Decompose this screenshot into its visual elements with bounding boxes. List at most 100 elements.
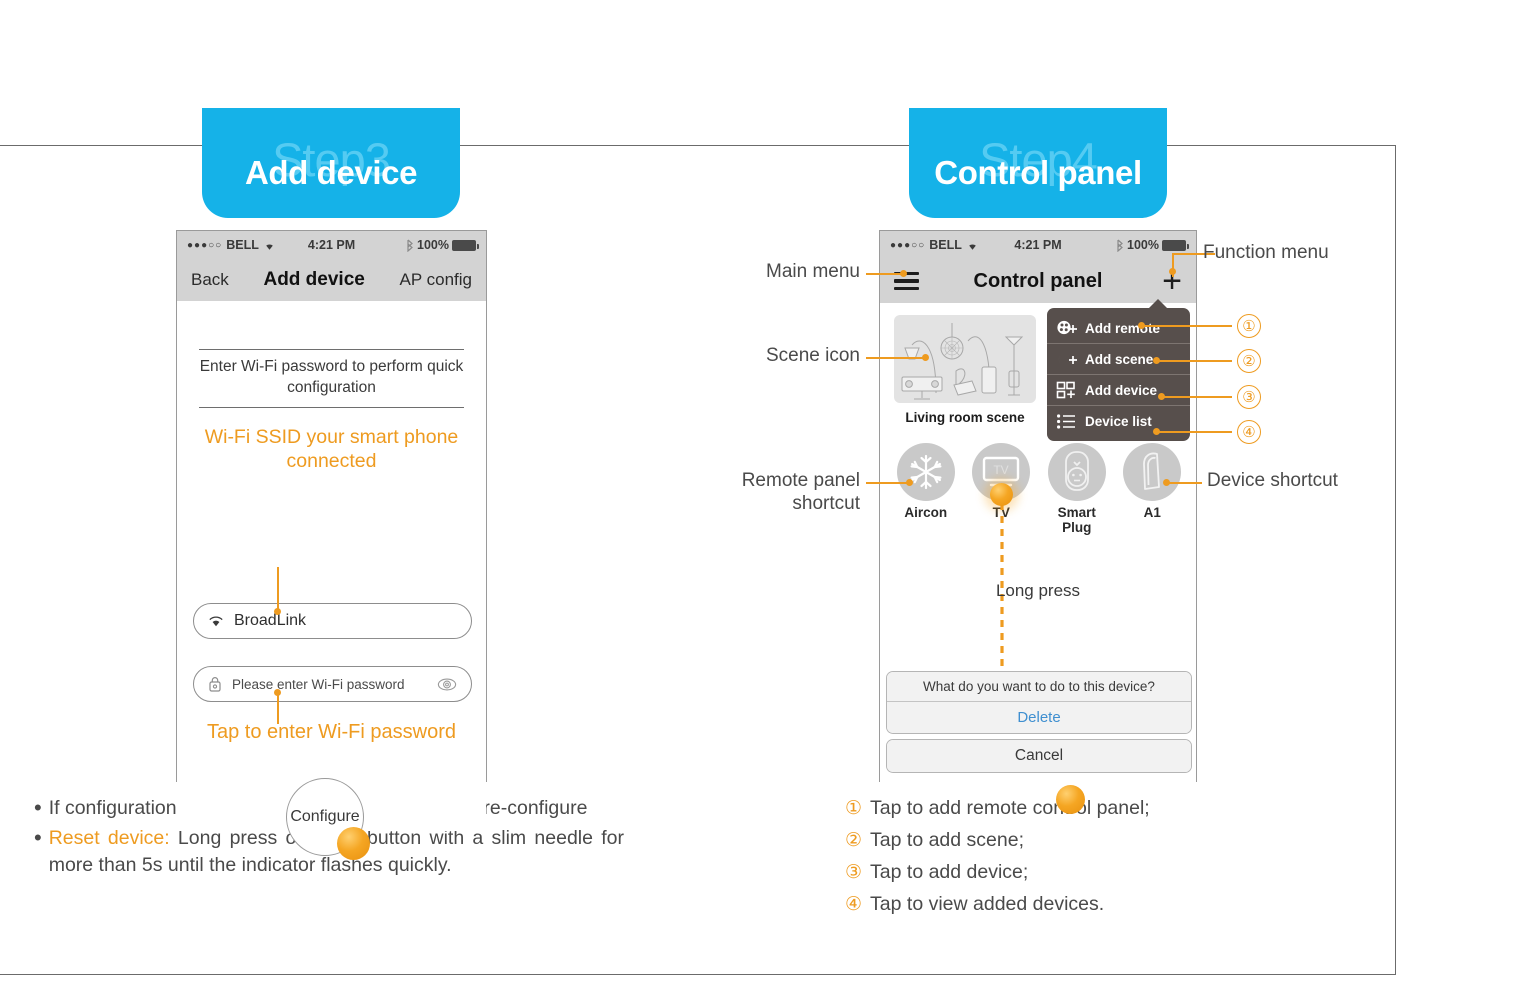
number-badge-4: ④	[1237, 420, 1261, 444]
tap-cursor-delete	[1056, 785, 1085, 814]
signal-dots-icon: ●●●○○	[187, 239, 223, 251]
add-device-icon	[1056, 381, 1078, 399]
number-badge-3: ③	[1237, 385, 1261, 409]
long-press-label: Long press	[995, 581, 1081, 600]
number-badge: ①	[845, 798, 863, 819]
list-item: ② Tap to add scene;	[845, 827, 1315, 855]
wifi-icon	[966, 240, 979, 251]
leader-dot-number-4	[1153, 428, 1160, 435]
delete-button[interactable]: Delete	[887, 701, 1191, 733]
living-room-scene-illustration	[894, 315, 1036, 403]
annotation-label: Function menu	[1203, 242, 1329, 263]
menu-item-label: Add scene	[1085, 351, 1154, 367]
annotation-function-menu: Function menu	[1203, 242, 1329, 265]
annotation-remote-panel-shortcut: Remote panel shortcut	[690, 470, 860, 516]
leader-scene-icon	[866, 357, 928, 359]
leader-number-1	[1140, 325, 1232, 327]
list-item-text: Tap to add scene;	[870, 828, 1024, 851]
menu-item-add-scene[interactable]: Add scene	[1047, 343, 1190, 374]
shortcut-aircon[interactable]: Aircon	[891, 443, 961, 535]
number-badge-2: ②	[1237, 349, 1261, 373]
tap-cursor-configure	[337, 827, 370, 860]
menu-item-add-remote[interactable]: Add remote	[1047, 313, 1190, 343]
leader-dot-number-2	[1153, 357, 1160, 364]
annotation-label: Main menu	[766, 261, 860, 282]
step4-ribbon: Step4 Control panel	[909, 108, 1167, 218]
add-remote-icon	[1056, 319, 1078, 337]
scene-card[interactable]: Living room scene	[894, 315, 1036, 425]
carrier-label: BELL	[929, 238, 962, 252]
number-badge: ②	[845, 829, 863, 851]
carrier-label: BELL	[226, 238, 259, 252]
connector-ssid	[277, 567, 279, 611]
annotation-main-menu: Main menu	[720, 261, 860, 284]
phone-mockup-add-device: ●●●○○ BELL 4:21 PM 100% Back Add device …	[176, 230, 487, 860]
add-scene-icon	[1056, 350, 1078, 368]
leader-dot-number-1	[1138, 322, 1145, 329]
shortcut-label: A1	[1143, 505, 1161, 520]
password-tap-note: Tap to enter Wi-Fi password	[207, 721, 456, 743]
wifi-password-field[interactable]: Please enter Wi-Fi password	[193, 666, 472, 702]
leader-dot-remote-panel-shortcut	[906, 479, 913, 486]
connector-dot-ssid	[274, 608, 281, 615]
menu-item-add-device[interactable]: Add device	[1047, 374, 1190, 405]
smart-plug-icon	[1047, 443, 1106, 501]
eye-icon[interactable]	[437, 678, 457, 691]
action-sheet: What do you want to do to this device? D…	[886, 671, 1192, 778]
wifi-ssid-field[interactable]: BroadLink	[193, 603, 472, 639]
phone-left-body: Enter Wi-Fi password to perform quick co…	[177, 349, 486, 860]
battery-icon	[1162, 239, 1189, 251]
leader-number-4	[1155, 431, 1232, 433]
wifi-icon	[263, 240, 276, 251]
phone-mockup-control-panel: ●●●○○ BELL 4:21 PM 100% Control panel +	[879, 230, 1197, 814]
status-bar-right: ●●●○○ BELL 4:21 PM 100%	[880, 231, 1196, 259]
list-item: ④ Tap to view added devices.	[845, 891, 1315, 919]
leader-dot-function-menu	[1169, 268, 1176, 275]
step3-ribbon: Step3 Add device	[202, 108, 460, 218]
step4-title: Control panel	[934, 154, 1142, 191]
number-badge-1: ①	[1237, 314, 1261, 338]
leader-number-2	[1155, 360, 1232, 362]
connector-dot-password	[274, 689, 281, 696]
action-sheet-title: What do you want to do to this device?	[887, 672, 1191, 701]
page-title: Add device	[263, 269, 365, 290]
wifi-icon	[208, 615, 224, 628]
annotation-scene-icon: Scene icon	[720, 345, 860, 368]
scene-label: Living room scene	[905, 410, 1025, 425]
wifi-ssid-value: BroadLink	[234, 612, 307, 629]
shortcut-a1[interactable]: A1	[1117, 443, 1187, 535]
long-press-cursor	[990, 483, 1013, 506]
leader-dot-device-shortcut	[1163, 479, 1170, 486]
back-button[interactable]: Back	[191, 270, 229, 290]
bluetooth-icon	[1115, 239, 1124, 252]
annotation-label-line1: Remote panel	[741, 470, 860, 491]
connector-password	[277, 692, 279, 724]
shortcut-smart-plug[interactable]: Smart Plug	[1042, 443, 1112, 535]
battery-percent-label: 100%	[417, 238, 449, 252]
instruction-text: Enter Wi-Fi password to perform quick co…	[199, 349, 464, 408]
ap-config-button[interactable]: AP config	[400, 270, 472, 290]
shortcut-label: Smart Plug	[1057, 505, 1096, 535]
annotation-label-line2: shortcut	[792, 492, 860, 514]
cancel-button[interactable]: Cancel	[887, 740, 1191, 772]
leader-number-3	[1160, 396, 1232, 398]
device-shortcut-row: Aircon TV TV Smart Plug A1	[888, 443, 1190, 535]
menu-item-label: Add device	[1085, 382, 1158, 398]
status-bar-left: ●●●○○ BELL 4:21 PM 100%	[177, 231, 486, 259]
a1-sensor-icon	[1123, 443, 1182, 501]
bullet-icon: •	[34, 795, 42, 820]
step3-title: Add device	[244, 154, 418, 191]
list-item-text: Tap to add device;	[870, 860, 1029, 883]
phone-right-body: Living room scene Add remote Add scene A…	[880, 299, 1196, 814]
right-notes-list: ① Tap to add remote control panel; ② Tap…	[845, 795, 1315, 923]
annotation-device-shortcut: Device shortcut	[1207, 470, 1338, 493]
leader-dot-scene-icon	[922, 354, 929, 361]
function-dropdown-menu: Add remote Add scene Add device Device l…	[1047, 299, 1190, 441]
bluetooth-icon	[405, 239, 414, 252]
leader-device-shortcut	[1165, 482, 1202, 484]
signal-dots-icon: ●●●○○	[890, 239, 926, 251]
leader-dot-number-3	[1158, 393, 1165, 400]
battery-percent-label: 100%	[1127, 238, 1159, 252]
list-item-text: Tap to view added devices.	[870, 892, 1105, 915]
snowflake-icon	[896, 443, 955, 501]
